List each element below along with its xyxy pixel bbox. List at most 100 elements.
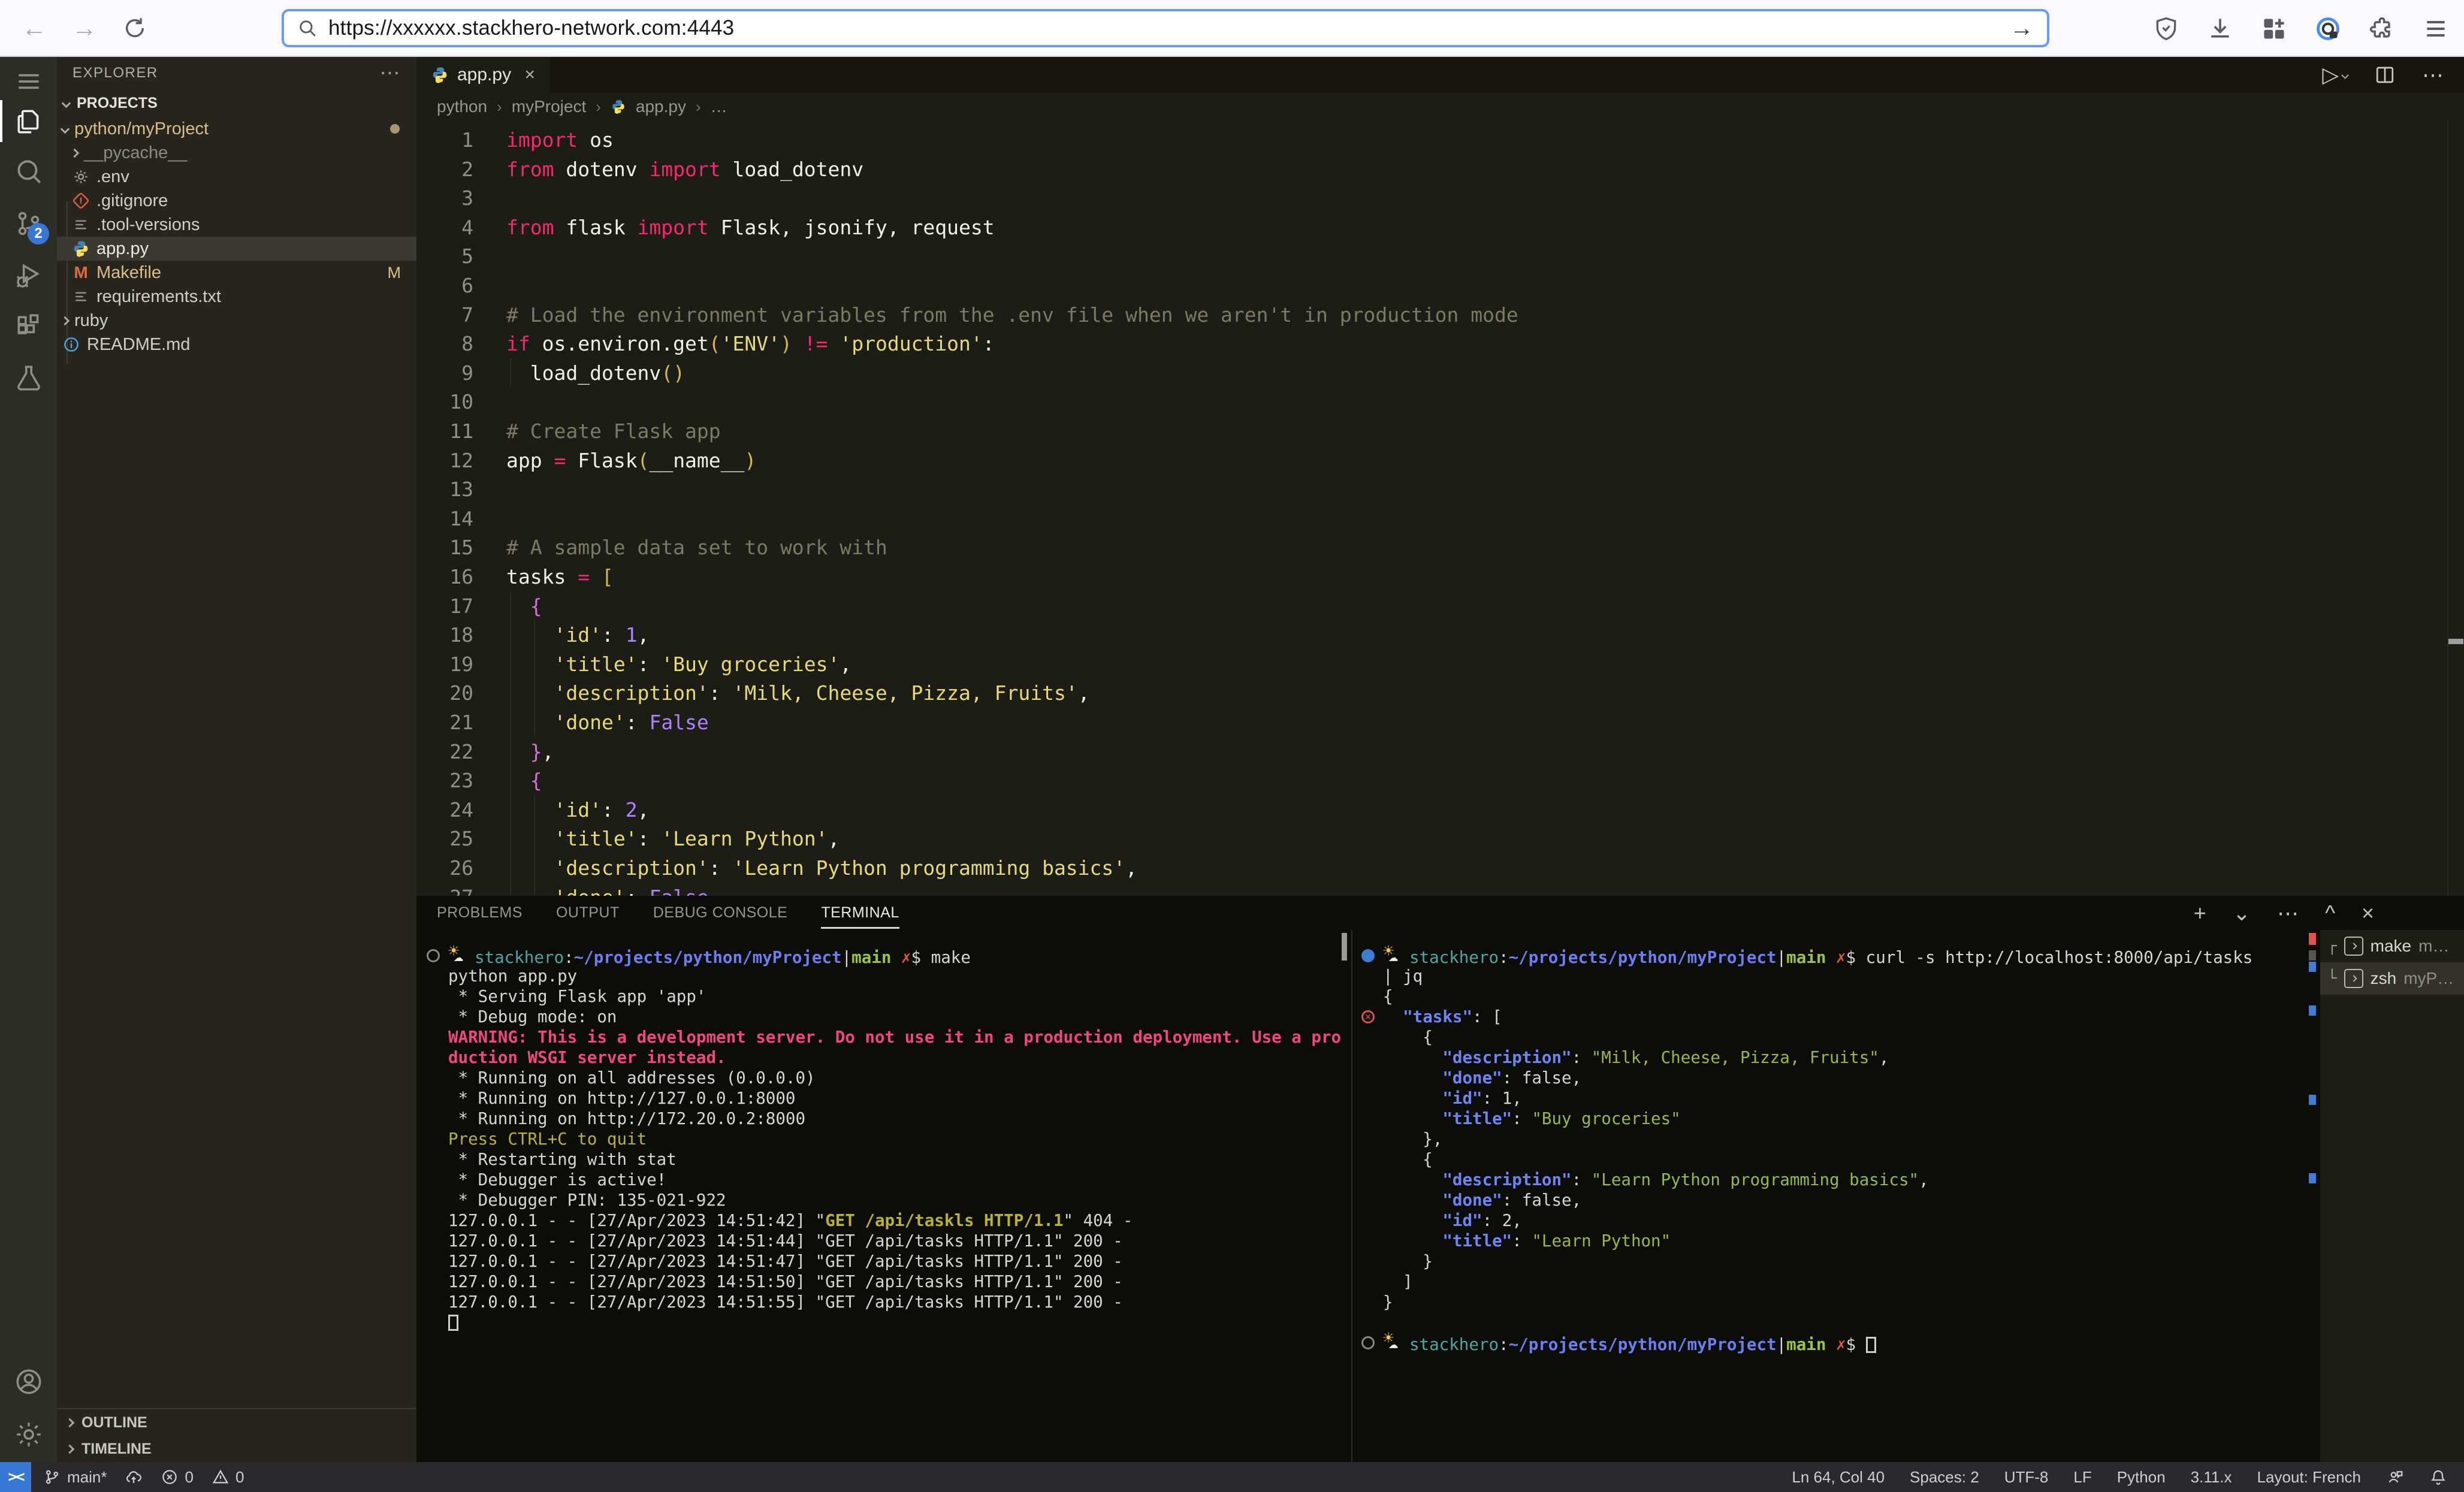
extensions-icon[interactable]: [0, 302, 57, 351]
new-terminal-icon[interactable]: +: [2194, 901, 2206, 926]
sun-cloud-emoji: ☀☁: [1383, 1333, 1409, 1352]
settings-gear-icon[interactable]: [0, 1410, 57, 1459]
status-item-utf-8[interactable]: UTF-8: [2004, 1468, 2049, 1487]
password-manager-icon[interactable]: [2313, 14, 2343, 44]
status-item-layout-french[interactable]: Layout: French: [2257, 1468, 2361, 1487]
modified-dot: [390, 124, 400, 134]
section-timeline[interactable]: TIMELINE: [57, 1436, 416, 1462]
section-label: OUTLINE: [81, 1414, 147, 1431]
code-text: 'done': False: [506, 708, 709, 737]
more-icon[interactable]: ⋯: [2277, 901, 2299, 926]
tree-item-python-myproject[interactable]: python/myProject: [57, 117, 416, 141]
terminal-make[interactable]: ☀☁stackhero:~/projects/python/myProject|…: [425, 930, 1348, 1462]
terminal-line: * Debugger PIN: 135-021-922: [425, 1190, 1348, 1210]
tree-item-ruby[interactable]: ruby: [57, 309, 416, 333]
terminal-line: ☀☁stackhero:~/projects/python/myProject|…: [1360, 946, 2306, 966]
panel-tab-output[interactable]: OUTPUT: [556, 904, 620, 922]
maximize-panel-icon[interactable]: ^: [2325, 901, 2335, 926]
menu-icon[interactable]: [2421, 14, 2451, 44]
panel-tab-debug-console[interactable]: DEBUG CONSOLE: [653, 904, 788, 922]
tree-item--pycache-[interactable]: __pycache__: [57, 141, 416, 165]
terminal-list-item-zsh[interactable]: └zshmyP…: [2320, 962, 2464, 995]
terminal-zsh[interactable]: ☀☁stackhero:~/projects/python/myProject|…: [1360, 930, 2306, 1462]
tree-item-label: .gitignore: [96, 191, 168, 211]
back-icon[interactable]: ←: [17, 11, 52, 46]
reload-icon[interactable]: [117, 11, 152, 46]
tab-app-py[interactable]: app.py ×: [416, 57, 549, 93]
close-panel-icon[interactable]: ×: [2362, 901, 2374, 926]
terminal-icon: [2344, 937, 2363, 956]
breadcrumb-item[interactable]: python: [437, 97, 487, 116]
remote-indicator[interactable]: ><: [0, 1462, 31, 1492]
close-icon[interactable]: ×: [524, 65, 535, 85]
breadcrumb-item[interactable]: app.py: [636, 97, 686, 116]
tree-item-app-py[interactable]: app.py: [57, 237, 416, 261]
code-text: {: [506, 591, 542, 621]
status-item-0[interactable]: 0: [212, 1468, 244, 1487]
run-icon[interactable]: ▷: [2322, 62, 2348, 87]
breadcrumb[interactable]: python›myProject›app.py›…: [416, 93, 2464, 120]
code-text: tasks = [: [506, 562, 614, 591]
tree-item-readme-md[interactable]: README.md: [57, 333, 416, 357]
breadcrumb-item[interactable]: myProject: [512, 97, 586, 116]
feedback-icon[interactable]: [2386, 1468, 2404, 1486]
files-icon[interactable]: [0, 96, 57, 146]
forward-icon[interactable]: →: [67, 11, 102, 46]
line-number: 16: [416, 562, 473, 591]
explorer-more-icon[interactable]: ⋯: [380, 61, 401, 85]
line-number: 9: [416, 358, 473, 388]
status-item-ln-64-col-40[interactable]: Ln 64, Col 40: [1792, 1468, 1885, 1487]
line-number: 17: [416, 591, 473, 621]
beaker-icon[interactable]: [0, 354, 57, 403]
code-line: 11# Create Flask app: [416, 416, 2464, 446]
status-item-lf[interactable]: LF: [2073, 1468, 2091, 1487]
breadcrumb-item[interactable]: …: [711, 97, 727, 116]
account-icon[interactable]: [0, 1357, 57, 1406]
info-icon: [62, 335, 81, 354]
terminal-dropdown-icon[interactable]: ⌄: [2233, 901, 2251, 926]
tree-item-label: python/myProject: [74, 119, 209, 139]
section-projects[interactable]: PROJECTS: [57, 89, 416, 117]
tree-item--env[interactable]: .env: [57, 165, 416, 189]
puzzle-icon[interactable]: [2367, 14, 2397, 44]
status-item-3-11-x[interactable]: 3.11.x: [2191, 1468, 2232, 1487]
section-outline[interactable]: OUTLINE: [57, 1409, 416, 1436]
terminal-scrollbar-thumb[interactable]: [1342, 933, 1347, 961]
status-item-label: 0: [185, 1468, 193, 1487]
tree-item--gitignore[interactable]: .gitignore: [57, 189, 416, 213]
status-item[interactable]: [125, 1468, 143, 1486]
split-editor-icon[interactable]: [2374, 64, 2396, 86]
line-number: 27: [416, 883, 473, 896]
terminal-list-item-make[interactable]: ┌makem…: [2320, 930, 2464, 962]
status-right: Ln 64, Col 40 Spaces: 2 UTF-8 LF Python 3.11.…: [1792, 1468, 2464, 1487]
tree-item--tool-versions[interactable]: .tool-versions: [57, 213, 416, 237]
status-item-label: UTF-8: [2004, 1468, 2049, 1487]
shield-icon[interactable]: [2151, 14, 2181, 44]
code-line: 21 'done': False: [416, 708, 2464, 737]
status-item-label: LF: [2073, 1468, 2091, 1487]
code-line: 9 load_dotenv(): [416, 358, 2464, 388]
panel-tab-problems[interactable]: PROBLEMS: [437, 904, 523, 922]
panel-tab-terminal[interactable]: TERMINAL: [821, 904, 899, 922]
source-control-icon[interactable]: 2: [0, 199, 57, 248]
run-debug-icon[interactable]: [0, 250, 57, 300]
go-arrow-icon[interactable]: →: [2010, 15, 2034, 42]
status-item-spaces-2[interactable]: Spaces: 2: [1910, 1468, 1979, 1487]
search-icon[interactable]: [0, 147, 57, 196]
tree-item-requirements-txt[interactable]: requirements.txt: [57, 285, 416, 309]
grid-add-icon[interactable]: [2259, 14, 2289, 44]
code-text: 'description': 'Milk, Cheese, Pizza, Fru…: [506, 678, 1090, 708]
status-item-main[interactable]: main*: [43, 1468, 107, 1487]
download-icon[interactable]: [2205, 14, 2235, 44]
more-icon[interactable]: ⋯: [2422, 62, 2444, 87]
line-number: 21: [416, 708, 473, 737]
url-bar[interactable]: https://xxxxxx.stackhero-network.com:444…: [282, 9, 2049, 47]
code-editor[interactable]: 1import os2from dotenv import load_doten…: [416, 120, 2464, 896]
terminal-split-divider[interactable]: [1351, 930, 1352, 1462]
status-item-0[interactable]: 0: [161, 1468, 193, 1487]
status-item-python[interactable]: Python: [2117, 1468, 2166, 1487]
tree-item-makefile[interactable]: MMakefileM: [57, 261, 416, 285]
panel: PROBLEMS OUTPUT DEBUG CONSOLE TERMINAL + ⌄ ⋯ ^ ×…: [416, 896, 2464, 1462]
bell-icon[interactable]: [2429, 1468, 2447, 1486]
tree-item-label: .env: [96, 167, 129, 187]
